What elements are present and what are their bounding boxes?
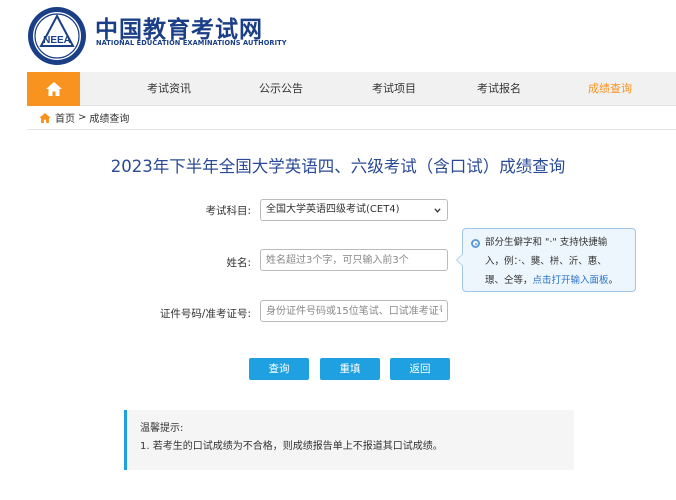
reset-button[interactable]: 重填 [320,358,380,380]
notice-item-1: 1. 若考生的口试成绩为不合格，则成绩报告单上不报道其口试成绩。 [140,441,443,452]
tip-line-2: 入，例：·、龑、栟、沂、惠、 [485,256,607,267]
breadcrumb: 首页 > 成绩查询 [27,106,676,130]
breadcrumb-home-link[interactable]: 首页 [55,114,75,125]
site-header: NEEA 中国教育考试网 NATIONAL EDUCATION EXAMINAT… [0,0,676,72]
subject-select-value: 全国大学英语四级考试(CET4) [266,204,400,215]
info-dot-icon [471,239,480,248]
id-number-input[interactable] [260,300,448,322]
subject-label: 考试科目: [205,205,251,217]
tip-line-1: 部分生僻字和 "·" 支持快捷输 [485,237,608,248]
input-tip-box: 部分生僻字和 "·" 支持快捷输 入，例：·、龑、栟、沂、惠、 璟、仝等，点击打… [456,228,636,292]
notice-box: 温馨提示: 1. 若考生的口试成绩为不合格，则成绩报告单上不报道其口试成绩。 [124,410,574,470]
breadcrumb-separator: > [78,112,87,123]
nav-item-registration[interactable]: 考试报名 [449,72,549,106]
query-button[interactable]: 查询 [249,358,309,380]
site-name-en: NATIONAL EDUCATION EXAMINATIONS AUTHORIT… [96,39,287,47]
svg-text:NEEA: NEEA [43,35,71,46]
tip-line-3-suffix: 。 [608,275,619,286]
notice-title: 温馨提示: [140,423,184,434]
tip-line-3-prefix: 璟、仝等， [485,275,533,286]
name-input[interactable] [260,249,448,271]
nav-item-exam-projects[interactable]: 考试项目 [344,72,444,106]
nav-home-button[interactable] [27,72,80,106]
chevron-down-icon [434,208,441,213]
main-nav: 考试资讯 公示公告 考试项目 考试报名 成绩查询 [27,72,676,106]
page-title: 2023年下半年全国大学英语四、六级考试（含口试）成绩查询 [110,157,566,176]
open-input-panel-link[interactable]: 点击打开输入面板 [533,275,609,286]
tip-line-3: 璟、仝等，点击打开输入面板。 [485,271,629,290]
back-button[interactable]: 返回 [390,358,450,380]
id-label: 证件号码/准考证号: [159,308,251,320]
subject-select[interactable]: 全国大学英语四级考试(CET4) [260,199,448,221]
name-label: 姓名: [226,257,251,269]
nav-item-announcements[interactable]: 公示公告 [231,72,331,106]
home-icon [45,82,62,96]
breadcrumb-home-icon [39,112,51,123]
neea-logo-icon[interactable]: NEEA [27,6,87,66]
breadcrumb-current: 成绩查询 [89,114,130,125]
nav-item-exam-news[interactable]: 考试资讯 [119,72,219,106]
nav-item-score-query[interactable]: 成绩查询 [560,72,660,106]
